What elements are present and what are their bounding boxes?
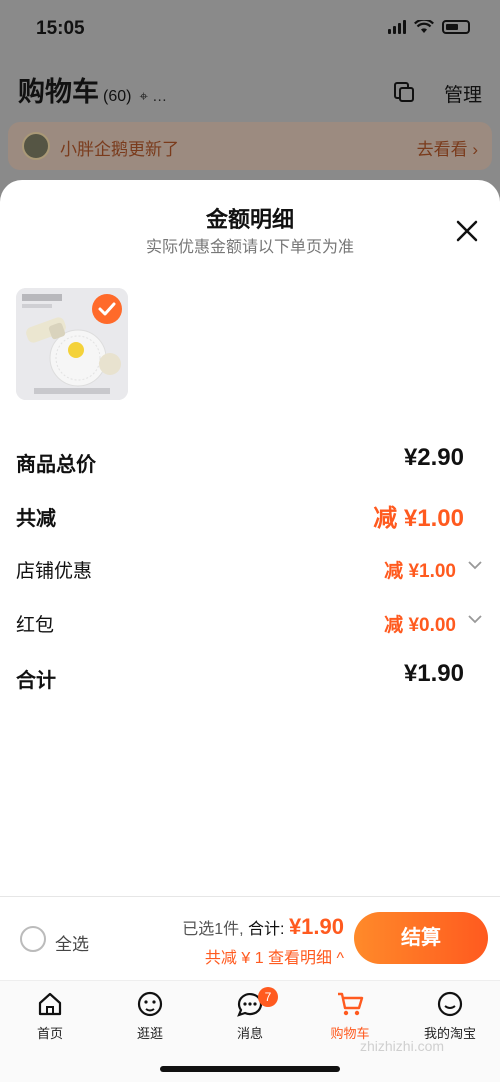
watermark: zhizhizhi.com (360, 1038, 445, 1054)
breakdown-value: ¥1.90 (403, 660, 464, 687)
manage-button[interactable]: 管理 (444, 80, 482, 107)
cart-count: (60) (103, 88, 132, 105)
notice-text: 小胖企鹅更新了 (60, 140, 179, 159)
selection-summary: 已选1件, 合计: ¥1.90 (182, 914, 344, 940)
selected-check-icon[interactable] (92, 294, 122, 324)
breakdown-value: ¥2.90 (403, 444, 464, 471)
checkout-button[interactable]: 结算 (354, 912, 488, 964)
profile-icon (437, 991, 463, 1017)
breakdown-row: 共减 减 ¥1.00 (16, 494, 484, 534)
sheet-subtitle: 实际优惠金额请以下单页为准 (145, 239, 354, 256)
select-all-label[interactable]: 全选 (55, 930, 89, 955)
tab-label: 首页 (36, 1026, 63, 1041)
tab-label: 逛逛 (136, 1026, 163, 1041)
breakdown-value: 减 ¥1.00 (384, 561, 456, 582)
breakdown-value: 减 ¥0.00 (384, 615, 456, 636)
status-time: 15:05 (36, 18, 85, 39)
home-indicator (160, 1066, 340, 1072)
tab-messages[interactable]: 7 消息 (200, 987, 300, 1049)
location-text: … (152, 88, 168, 105)
breakdown-row[interactable]: 店铺优惠 减 ¥1.00 (16, 548, 484, 588)
amount-detail-sheet: 金额明细 实际优惠金额请以下单页为准 商品总价 ¥2.90 共减减 ¥1.00 店铺优… (0, 180, 500, 1082)
share-icon[interactable] (392, 80, 416, 104)
tab-label: 消息 (236, 1026, 263, 1041)
cart-icon (338, 992, 364, 1016)
breakdown-row[interactable]: 红包 减 ¥0.00 (16, 602, 484, 642)
breakdown-label: 红包 (16, 615, 55, 636)
avatar (22, 132, 50, 160)
breakdown-row: 商品总价 ¥2.90 (16, 440, 484, 480)
divider (0, 896, 500, 897)
status-bar: 15:05 (0, 0, 500, 60)
breakdown-label: 共减 (16, 508, 56, 530)
signal-icon (388, 20, 406, 34)
status-icons (388, 20, 470, 34)
breakdown-label: 合计 (16, 670, 56, 692)
location-selector[interactable]: ⌖ … (139, 88, 167, 105)
cart-title: 购物车 (18, 77, 99, 107)
tab-browse[interactable]: 逛逛 (100, 989, 200, 1049)
breakdown-label: 店铺优惠 (16, 561, 93, 582)
battery-icon (442, 20, 470, 34)
breakdown-row: 合计 ¥1.90 (16, 656, 484, 696)
browse-icon (137, 991, 163, 1017)
select-all-radio[interactable] (20, 926, 46, 952)
breakdown-label: 商品总价 (16, 454, 96, 476)
total-label: 合计: (248, 921, 285, 938)
sheet-title: 金额明细 (205, 207, 294, 232)
tab-home[interactable]: 首页 (0, 989, 100, 1049)
home-icon (38, 992, 62, 1016)
product-thumbnail[interactable] (16, 288, 128, 400)
total-amount: ¥1.90 (288, 914, 344, 939)
view-detail-link[interactable]: 共减 ¥ 1 查看明细 ^ (205, 944, 344, 968)
selected-count: 已选1件, (182, 921, 244, 938)
chevron-down-icon[interactable] (468, 560, 482, 570)
chevron-down-icon[interactable] (468, 614, 482, 624)
breakdown-value: 减 ¥1.00 (373, 505, 464, 532)
close-icon[interactable] (456, 220, 478, 242)
message-badge: 7 (258, 987, 278, 1007)
update-notice[interactable]: 小胖企鹅更新了 去看看 › (8, 122, 492, 170)
notice-action[interactable]: 去看看 › (417, 135, 478, 160)
wifi-icon (414, 20, 434, 33)
cart-header: 购物车 (60) ⌖ … 管理 (18, 70, 482, 114)
